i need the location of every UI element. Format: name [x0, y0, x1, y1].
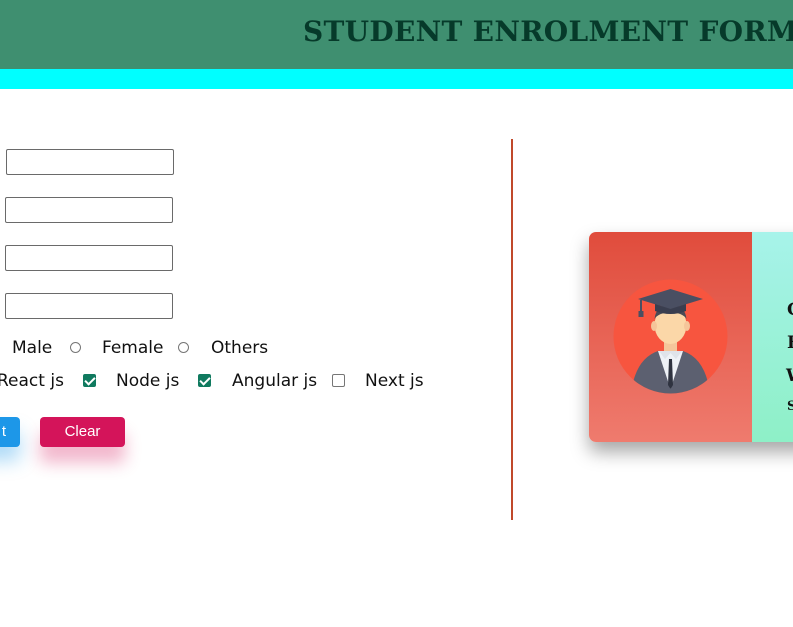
student-card: C E W S [589, 232, 793, 442]
card-line-2: E [787, 333, 793, 353]
vertical-divider [511, 139, 513, 520]
gender-option-male-label: Male [12, 338, 53, 358]
header-bar: STUDENT ENROLMENT FORM [0, 0, 793, 69]
skill-next-label: Next js [365, 371, 424, 391]
card-avatar-panel [589, 232, 752, 442]
website-input[interactable] [5, 245, 173, 271]
skill-node-checkbox[interactable] [83, 374, 96, 387]
gender-option-others-label: Others [211, 338, 269, 358]
image-link-input[interactable] [5, 293, 173, 319]
email-input[interactable] [5, 197, 173, 223]
card-line-4: S [787, 399, 793, 414]
name-input[interactable] [6, 149, 174, 175]
header-accent-bar [0, 69, 793, 89]
gender-radio-others[interactable] [178, 342, 189, 353]
page-title: STUDENT ENROLMENT FORM [303, 15, 793, 48]
skill-next-checkbox[interactable] [332, 374, 345, 387]
graduate-avatar-icon [613, 279, 728, 394]
skill-angular-checkbox[interactable] [198, 374, 211, 387]
gender-option-female-label: Female [102, 338, 164, 358]
skill-node-label: Node js [116, 371, 180, 391]
card-line-1: C [787, 300, 793, 320]
skill-react-label: React js [0, 371, 64, 391]
enrolment-page: STUDENT ENROLMENT FORM Male Female Other… [0, 0, 793, 627]
gender-radio-female[interactable] [70, 342, 81, 353]
skill-angular-label: Angular js [232, 371, 318, 391]
clear-button[interactable]: Clear [40, 417, 125, 447]
submit-button[interactable]: t [0, 417, 20, 447]
card-line-3: W [786, 366, 793, 386]
card-info-panel: C E W S [752, 232, 793, 442]
